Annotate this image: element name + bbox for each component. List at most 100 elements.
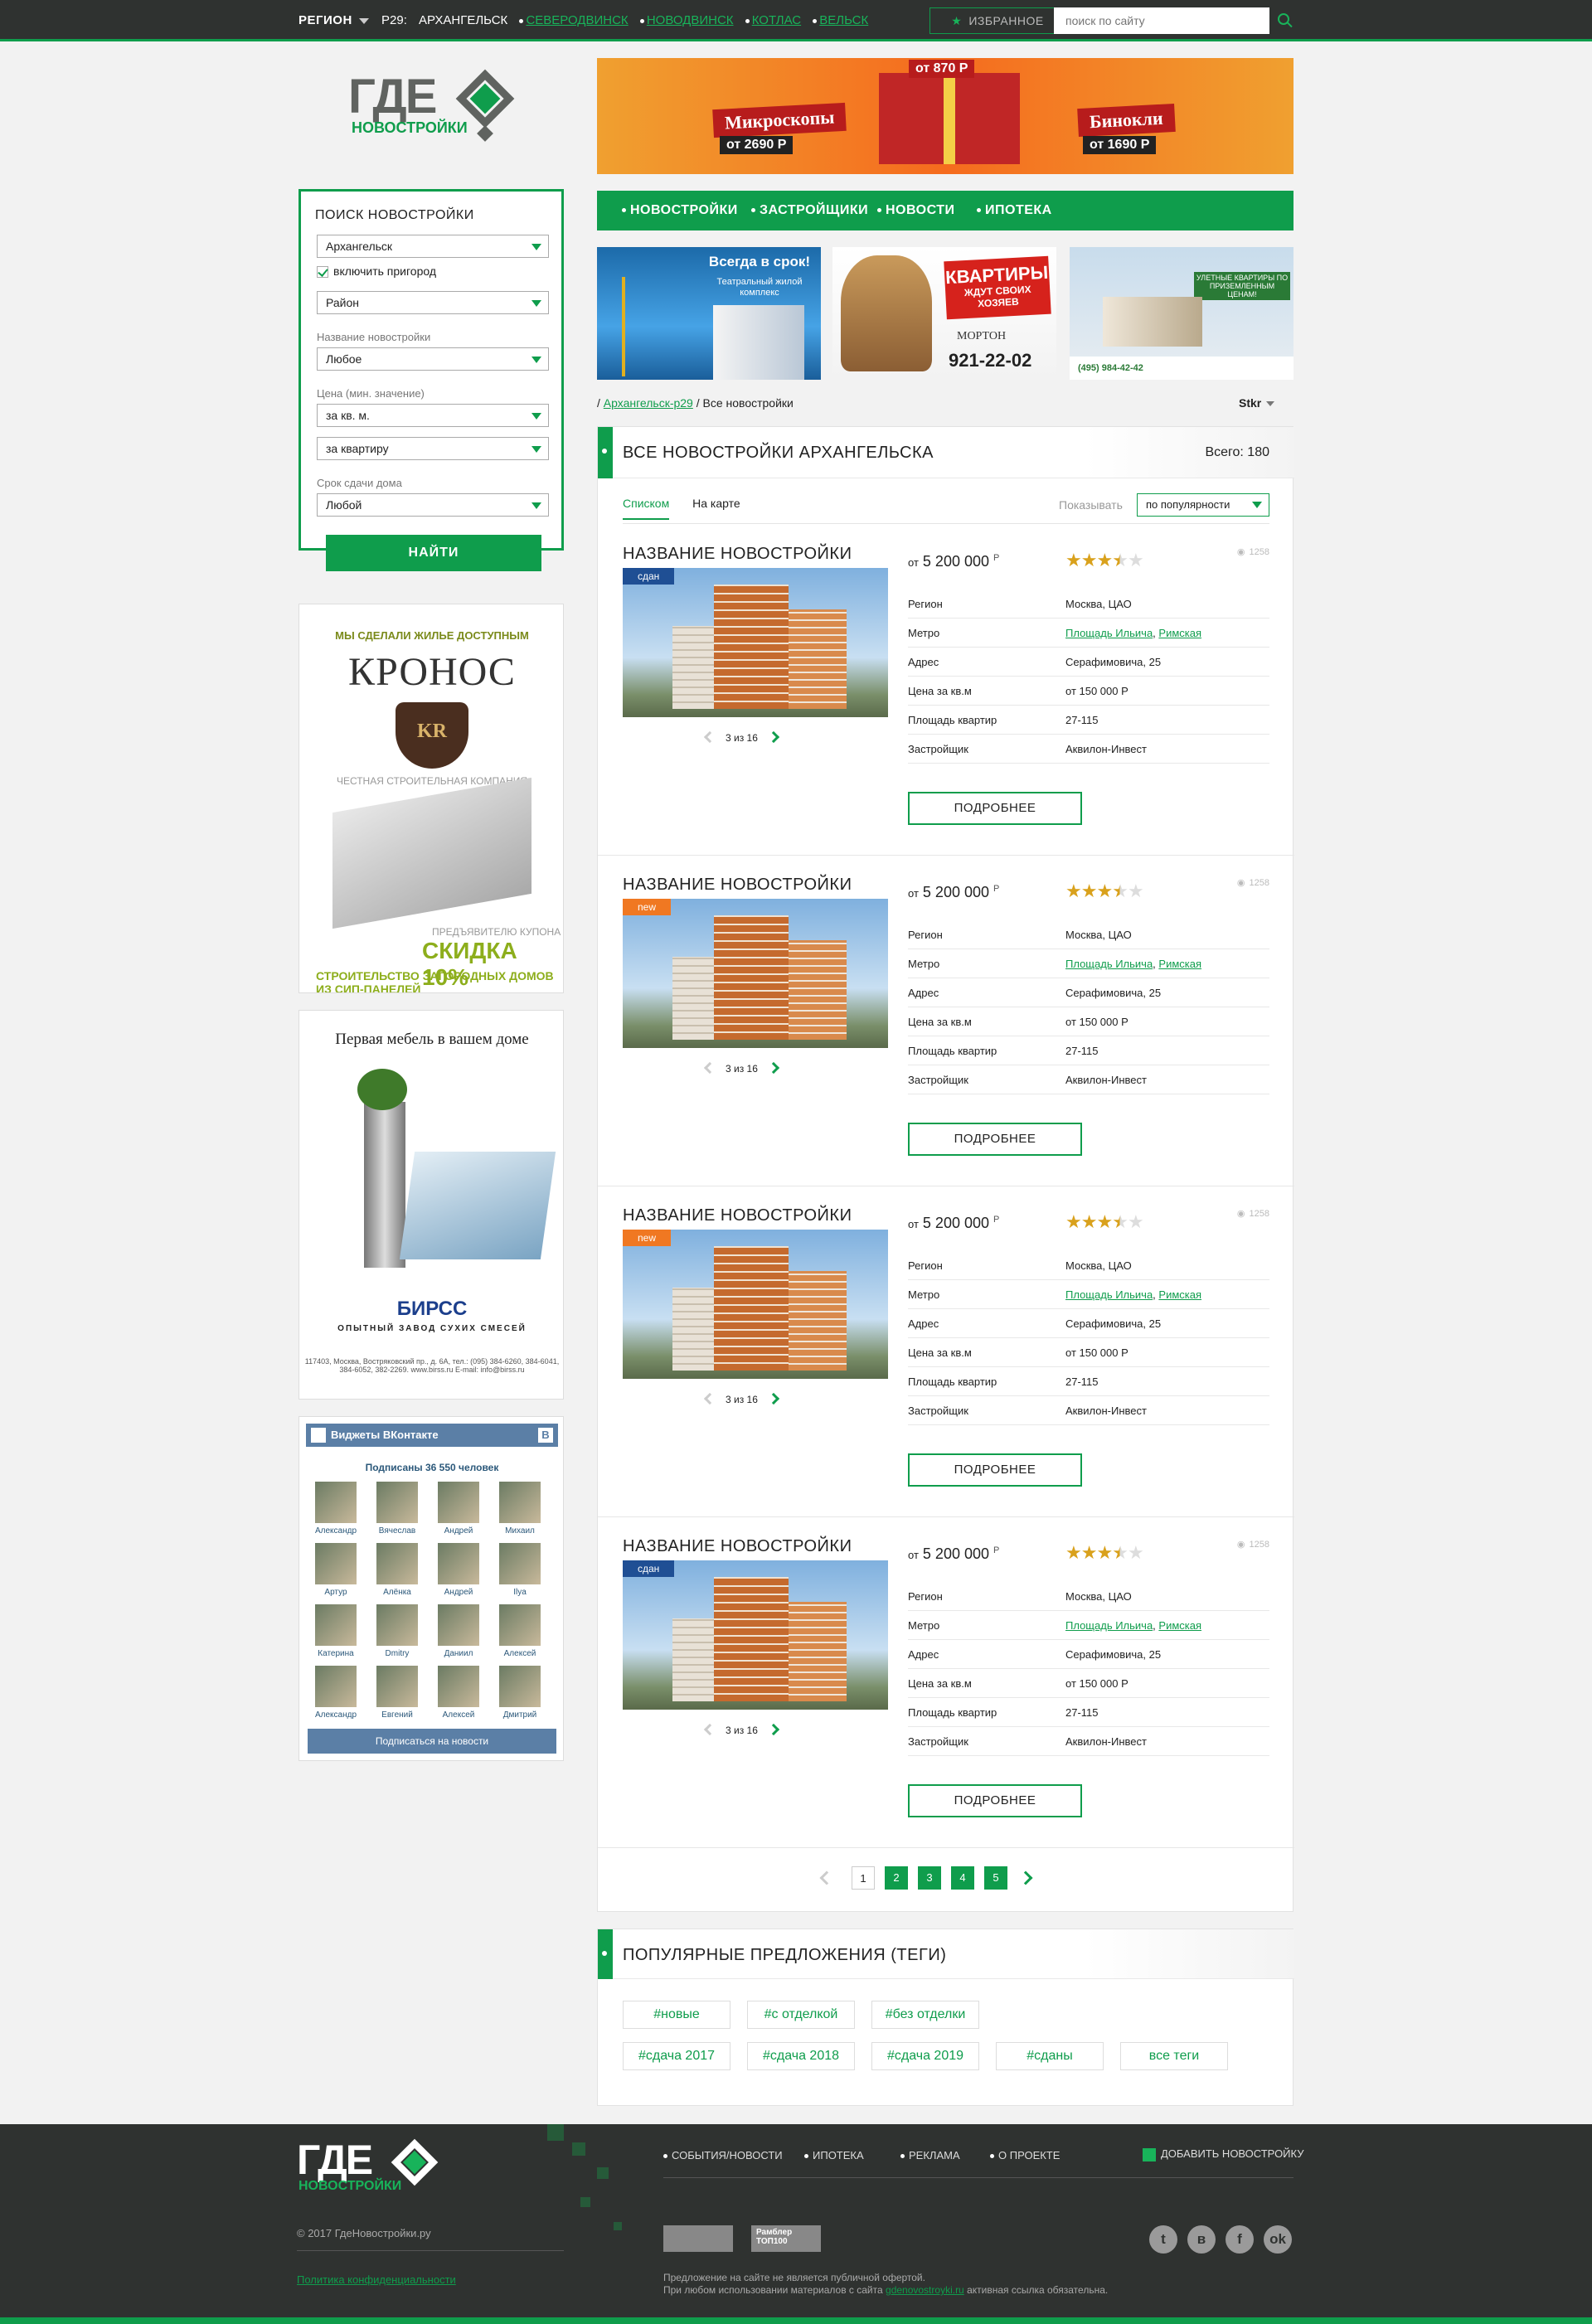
vk-member[interactable]: Артур <box>311 1543 361 1597</box>
deadline-select[interactable]: Любой <box>317 493 549 517</box>
footer-link-mortgage[interactable]: ИПОТЕКА <box>804 2149 864 2161</box>
chevron-left-icon[interactable] <box>703 1392 716 1405</box>
building-name[interactable]: НАЗВАНИЕ НОВОСТРОЙКИ <box>623 545 852 564</box>
nav-item-mortgage[interactable]: ИПОТЕКА <box>977 203 1052 218</box>
page-button[interactable]: 4 <box>951 1866 974 1890</box>
metro-link[interactable]: Римская <box>1158 958 1201 970</box>
details-button[interactable]: ПОДРОБНЕЕ <box>908 1453 1082 1487</box>
chevron-left-icon[interactable] <box>703 1061 716 1075</box>
privacy-link[interactable]: Политика конфиденциальности <box>297 2273 456 2286</box>
footer-link-about[interactable]: О ПРОЕКТЕ <box>990 2149 1060 2161</box>
vk-member[interactable]: Евгений <box>372 1666 422 1720</box>
page-button[interactable]: 2 <box>885 1866 908 1890</box>
footer-link-news[interactable]: СОБЫТИЯ/НОВОСТИ <box>663 2149 783 2161</box>
building-name[interactable]: НАЗВАНИЕ НОВОСТРОЙКИ <box>623 876 852 895</box>
price-unit-select[interactable]: за кв. м. <box>317 404 549 427</box>
metro-link[interactable]: Площадь Ильича <box>1065 1288 1153 1301</box>
favorites-button[interactable]: ★ ИЗБРАННОЕ <box>929 7 1065 34</box>
vk-member[interactable]: Андрей <box>434 1482 483 1536</box>
tag-chip[interactable]: #без отделки <box>871 2001 979 2029</box>
promo-morton[interactable]: КВАРТИРЫ ЖДУТ СВОИХ ХОЗЯЕВ МОРТОН 921-22-… <box>832 247 1056 380</box>
counter-liveinternet[interactable] <box>663 2225 733 2252</box>
chevron-right-icon[interactable] <box>767 1392 779 1405</box>
odnoklassniki-icon[interactable]: ok <box>1264 2225 1292 2254</box>
top-banner[interactable]: Микроскопы от 2690 Р от 870 Р Бинокли от… <box>597 58 1294 174</box>
nav-item-developers[interactable]: ЗАСТРОЙЩИКИ <box>751 203 868 218</box>
chevron-left-icon[interactable] <box>703 730 716 744</box>
vk-member[interactable]: Вячеслав <box>372 1482 422 1536</box>
district-select[interactable]: Район <box>317 291 549 314</box>
nav-item-news[interactable]: НОВОСТИ <box>877 203 955 218</box>
vk-member[interactable]: Ilya <box>495 1543 545 1597</box>
chevron-left-icon[interactable] <box>703 1723 716 1736</box>
metro-link[interactable]: Римская <box>1158 1288 1201 1301</box>
metro-link[interactable]: Римская <box>1158 627 1201 639</box>
counter-rambler[interactable]: Рамблер ТОП100 <box>751 2225 821 2252</box>
chevron-right-icon[interactable] <box>767 730 779 744</box>
vk-member[interactable]: Катерина <box>311 1604 361 1658</box>
details-button[interactable]: ПОДРОБНЕЕ <box>908 1123 1082 1156</box>
vk-member[interactable]: Алексей <box>434 1666 483 1720</box>
page-button[interactable]: 1 <box>852 1866 875 1890</box>
promo-teatralny[interactable]: Всегда в срок! Театральный жилой комплек… <box>597 247 821 380</box>
tag-chip[interactable]: #сдача 2018 <box>747 2042 855 2070</box>
building-photo[interactable]: сдан <box>623 1560 888 1710</box>
details-button[interactable]: ПОДРОБНЕЕ <box>908 1784 1082 1817</box>
metro-link[interactable]: Площадь Ильича <box>1065 627 1153 639</box>
chevron-right-icon[interactable] <box>767 1723 779 1736</box>
find-button[interactable]: НАЙТИ <box>326 535 541 571</box>
tag-chip[interactable]: все теги <box>1120 2042 1228 2070</box>
suburb-checkbox[interactable]: включить пригород <box>317 264 436 279</box>
vk-member[interactable]: Алексей <box>495 1604 545 1658</box>
page-button[interactable]: 3 <box>918 1866 941 1890</box>
building-name[interactable]: НАЗВАНИЕ НОВОСТРОЙКИ <box>623 1537 852 1556</box>
add-building-button[interactable]: ДОБАВИТЬ НОВОСТРОЙКУ <box>1143 2147 1304 2161</box>
stkr-dropdown[interactable]: Stkr <box>1239 396 1274 410</box>
vk-member[interactable]: Дмитрий <box>495 1666 545 1720</box>
vk-subscribe-button[interactable]: Подписаться на новости <box>308 1729 556 1754</box>
chevron-left-icon[interactable] <box>819 1870 834 1885</box>
search-icon[interactable] <box>1278 13 1289 25</box>
tag-chip[interactable]: #сдача 2017 <box>623 2042 730 2070</box>
building-photo[interactable]: сдан <box>623 568 888 717</box>
details-button[interactable]: ПОДРОБНЕЕ <box>908 792 1082 825</box>
vk-member[interactable]: Александр <box>311 1482 361 1536</box>
tab-map[interactable]: На карте <box>692 497 740 518</box>
city-link-kotlas[interactable]: КОТЛАС <box>752 13 801 27</box>
nav-item-novostroyki[interactable]: НОВОСТРОЙКИ <box>622 203 738 218</box>
building-name[interactable]: НАЗВАНИЕ НОВОСТРОЙКИ <box>623 1206 852 1225</box>
vk-member[interactable]: Андрей <box>434 1543 483 1597</box>
vk-icon[interactable]: в <box>1187 2225 1216 2254</box>
ad-kronos[interactable]: МЫ СДЕЛАЛИ ЖИЛЬЕ ДОСТУПНЫМ КРОНОС KR ЧЕС… <box>298 604 564 993</box>
promo-flights[interactable]: УЛЕТНЫЕ КВАРТИРЫ ПО ПРИЗЕМЛЕННЫМ ЦЕНАМ! … <box>1070 247 1294 380</box>
region-selector[interactable]: РЕГИОН <box>298 13 369 27</box>
chevron-right-icon[interactable] <box>1018 1870 1033 1885</box>
vk-member[interactable]: Михаил <box>495 1482 545 1536</box>
vk-member[interactable]: Dmitry <box>372 1604 422 1658</box>
facebook-icon[interactable]: f <box>1226 2225 1254 2254</box>
tab-list[interactable]: Списком <box>623 497 670 520</box>
city-link-novodvinsk[interactable]: НОВОДВИНСК <box>647 13 734 27</box>
tag-chip[interactable]: #сданы <box>996 2042 1104 2070</box>
site-logo[interactable]: ГДЕ НОВОСТРОЙКИ <box>348 69 515 149</box>
city-select[interactable]: Архангельск <box>317 235 549 258</box>
building-photo[interactable]: new <box>623 1230 888 1379</box>
price-scope-select[interactable]: за квартиру <box>317 437 549 460</box>
vk-member[interactable]: Александр <box>311 1666 361 1720</box>
metro-link[interactable]: Площадь Ильича <box>1065 1619 1153 1632</box>
page-button[interactable]: 5 <box>984 1866 1007 1890</box>
city-link-velsk[interactable]: ВЕЛЬСК <box>819 13 868 27</box>
ad-birss[interactable]: Первая мебель в вашем доме БИРСС ОПЫТНЫЙ… <box>298 1010 564 1400</box>
sort-select[interactable]: по популярности <box>1137 493 1269 517</box>
chevron-right-icon[interactable] <box>767 1061 779 1075</box>
tag-chip[interactable]: #новые <box>623 2001 730 2029</box>
footer-link-ads[interactable]: РЕКЛАМА <box>900 2149 960 2161</box>
city-link-severodvinsk[interactable]: СЕВЕРОДВИНСК <box>526 13 628 27</box>
building-photo[interactable]: new <box>623 899 888 1048</box>
tag-chip[interactable]: #с отделкой <box>747 2001 855 2029</box>
metro-link[interactable]: Площадь Ильича <box>1065 958 1153 970</box>
footer-logo[interactable]: ГДЕ НОВОСТРОЙКИ <box>297 2138 439 2194</box>
name-select[interactable]: Любое <box>317 347 549 371</box>
metro-link[interactable]: Римская <box>1158 1619 1201 1632</box>
tag-chip[interactable]: #сдача 2019 <box>871 2042 979 2070</box>
